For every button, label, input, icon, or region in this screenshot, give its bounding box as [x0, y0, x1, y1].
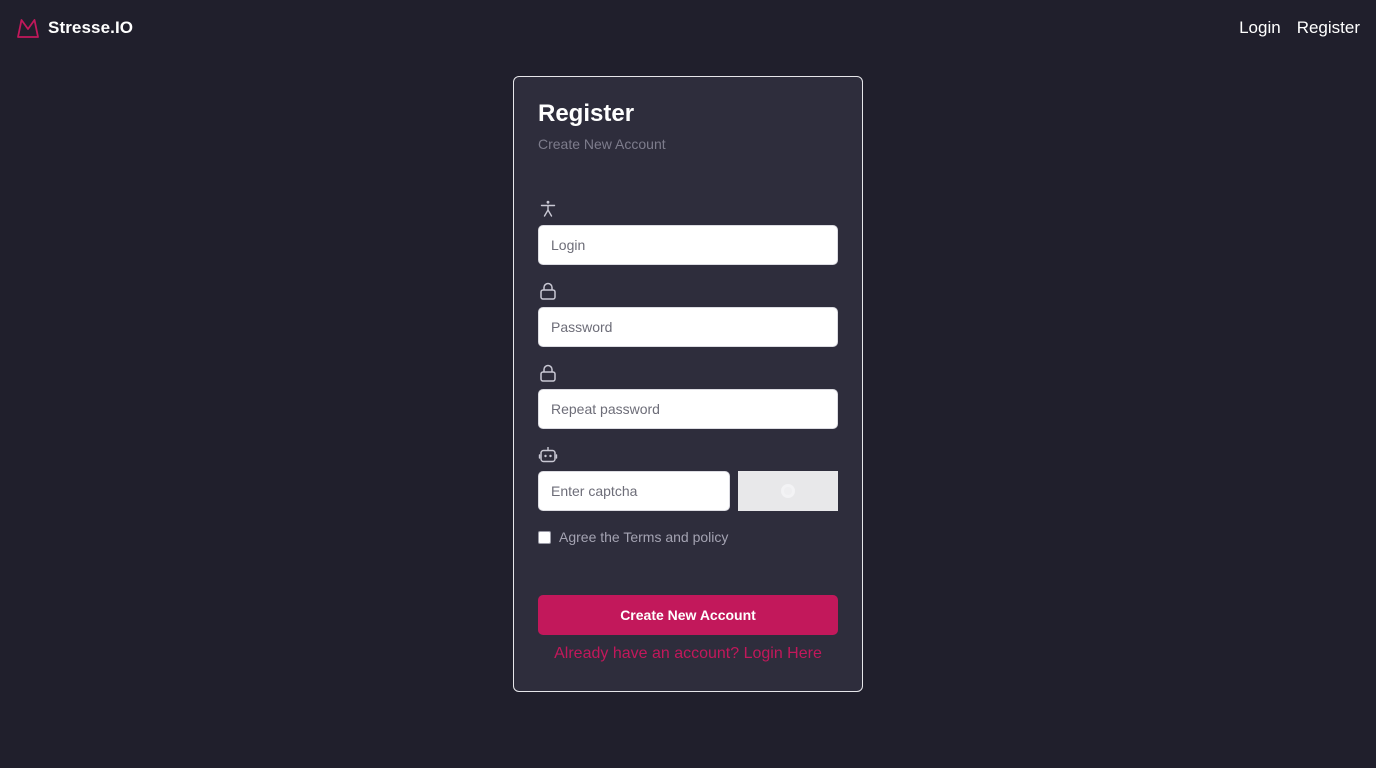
loading-spinner-icon: [781, 484, 795, 498]
lock-icon: [538, 363, 558, 383]
brand-name: Stresse.IO: [48, 18, 134, 37]
lock-icon: [538, 281, 558, 301]
accessibility-person-icon: [538, 199, 558, 219]
page-subtitle: Create New Account: [538, 136, 666, 152]
nav-login-link[interactable]: Login: [1239, 18, 1281, 38]
register-card: Register Create New Account Login Enter …: [513, 76, 863, 692]
brand-link[interactable]: Stresse.IO: [16, 16, 133, 40]
captcha-image[interactable]: [738, 471, 838, 511]
captcha-input[interactable]: [538, 471, 730, 511]
nav-links: Login Register: [1239, 18, 1360, 38]
robot-icon: [538, 445, 558, 465]
login-input[interactable]: [538, 225, 838, 265]
captcha-row: [538, 471, 838, 511]
repeat-password-input[interactable]: [538, 389, 838, 429]
navbar: Stresse.IO Login Register: [0, 0, 1376, 56]
nav-register-link[interactable]: Register: [1297, 18, 1360, 38]
crown-m-logo-icon: [17, 19, 39, 38]
password-input[interactable]: [538, 307, 838, 347]
agree-row: Agree the Terms and policy: [538, 529, 728, 545]
create-account-button[interactable]: Create New Account: [538, 595, 838, 635]
agree-checkbox[interactable]: [538, 530, 551, 544]
page-title: Register: [538, 100, 635, 127]
login-here-link[interactable]: Already have an account? Login Here: [514, 645, 862, 663]
agree-label[interactable]: Agree the Terms and policy: [559, 529, 728, 545]
password-field-group: [538, 281, 838, 347]
repeat-password-field-group: [538, 363, 838, 429]
login-field-group: [538, 199, 838, 265]
captcha-field-group: [538, 445, 838, 511]
